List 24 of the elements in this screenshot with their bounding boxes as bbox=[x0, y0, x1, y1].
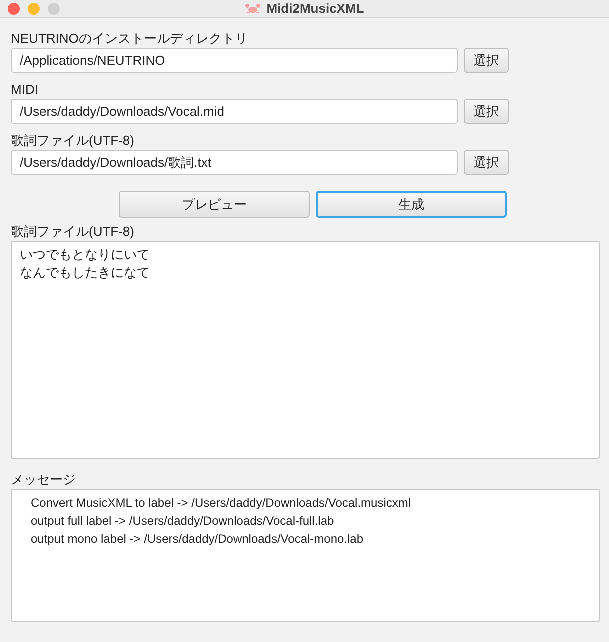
lyrics-line: なんでもしたきになて bbox=[20, 264, 151, 282]
select-button[interactable]: 選択 bbox=[464, 150, 509, 175]
lyrics-area[interactable]: いつでもとなりにいて なんでもしたきになて bbox=[11, 241, 600, 459]
select-button[interactable]: 選択 bbox=[464, 48, 509, 73]
crab-icon bbox=[244, 2, 261, 14]
message-line: Convert MusicXML to label -> /Users/daddy/Downloads/Vocal.musicxml bbox=[30, 495, 412, 512]
action-button[interactable]: 生成 bbox=[316, 191, 507, 218]
path-field[interactable]: /Users/daddy/Downloads/歌詞.txt bbox=[11, 150, 458, 175]
path-field[interactable]: /Users/daddy/Downloads/Vocal.mid bbox=[11, 99, 458, 124]
lyrics-line: いつでもとなりにいて bbox=[20, 246, 151, 264]
message-line: output mono label -> /Users/daddy/Downloads/Vocal-mono.lab bbox=[30, 531, 365, 548]
field-label: MIDI bbox=[11, 81, 40, 99]
close-button[interactable] bbox=[8, 2, 20, 14]
field-label: 歌詞ファイル(UTF-8) bbox=[11, 132, 136, 150]
path-field[interactable]: /Applications/NEUTRINO bbox=[11, 48, 458, 73]
message-line: output full label -> /Users/daddy/Downloads/Vocal-full.lab bbox=[30, 513, 336, 530]
window-title: Midi2MusicXML bbox=[266, 1, 364, 16]
field-label: NEUTRINOのインストールディレクトリ bbox=[11, 30, 249, 48]
lyrics-label: 歌詞ファイル(UTF-8) bbox=[11, 223, 136, 241]
zoom-button[interactable] bbox=[48, 2, 60, 14]
select-button[interactable]: 選択 bbox=[464, 99, 509, 124]
action-button[interactable]: プレビュー bbox=[119, 191, 310, 218]
messages-label: メッセージ bbox=[11, 471, 77, 489]
minimize-button[interactable] bbox=[28, 2, 40, 14]
